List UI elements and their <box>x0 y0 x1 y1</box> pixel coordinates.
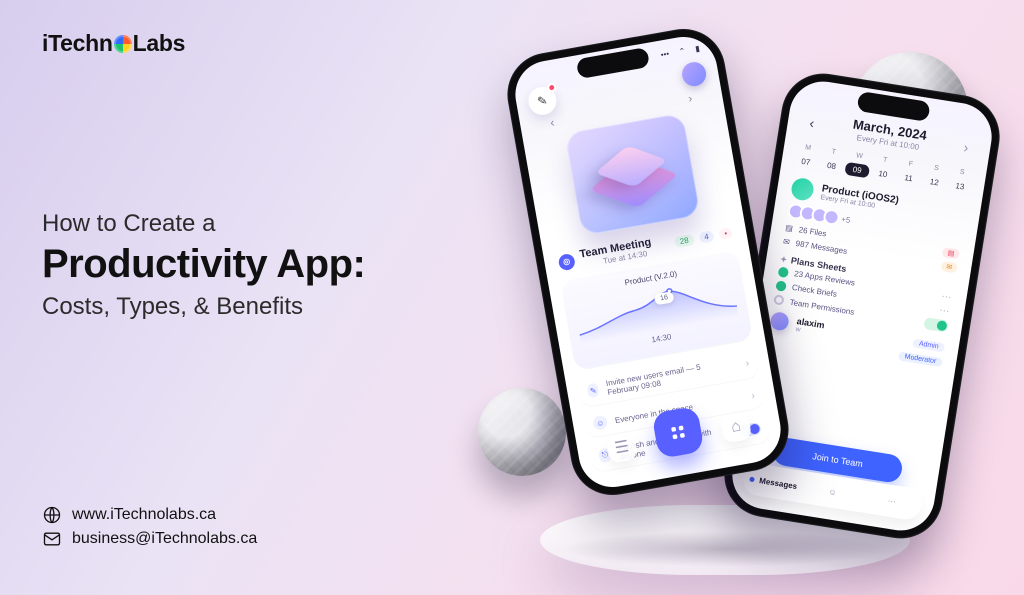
avatar-more: +5 <box>841 214 851 224</box>
tab-dot <box>749 476 755 482</box>
back-button[interactable]: ‹ <box>801 111 824 134</box>
date-cell[interactable]: 12 <box>921 174 947 191</box>
weekday: F <box>898 157 923 172</box>
phone-left: ••• ⌃ ▮ ✎ ‹ › ◎ <box>501 22 795 501</box>
people-icon: ☺ <box>828 487 837 497</box>
brand-suffix: Labs <box>133 30 185 56</box>
chevron-icon: › <box>745 358 750 369</box>
meeting-chips: 28 4 • <box>674 227 733 248</box>
date-cell-selected[interactable]: 09 <box>844 162 870 179</box>
grid-icon <box>668 422 689 443</box>
chip-green: 28 <box>674 234 695 248</box>
kebab-icon[interactable]: ⋯ <box>941 291 954 304</box>
brand-o-icon <box>114 35 132 53</box>
check-icon <box>778 266 789 277</box>
check-icon <box>773 294 784 305</box>
headline-pre: How to Create a <box>42 210 472 238</box>
chat-icon: ✉ <box>783 236 791 246</box>
website-row: www.iTechnolabs.ca <box>42 505 257 525</box>
messages-badge: ✉ <box>941 261 958 273</box>
next-button[interactable]: › <box>687 91 693 105</box>
email-row: business@iTechnolabs.ca <box>42 529 257 549</box>
date-cell[interactable]: 10 <box>870 166 896 183</box>
chip-blue: 4 <box>698 230 714 243</box>
folder-icon: ▤ <box>785 223 794 233</box>
meeting-icon: ◎ <box>557 252 576 271</box>
doc-icon: ✎ <box>586 383 600 399</box>
notif-dot <box>547 82 557 92</box>
headline-main: Productivity App: <box>42 242 472 287</box>
weekday: S <box>949 165 974 180</box>
avatar <box>822 208 840 226</box>
chip-red: • <box>719 227 734 240</box>
date-cell[interactable]: 08 <box>819 158 845 175</box>
website-text: www.iTechnolabs.ca <box>72 506 216 524</box>
notification-button[interactable]: ✎ <box>526 85 558 117</box>
tab-more[interactable]: ⋯ <box>860 481 924 522</box>
phone-mockups: ••• ⌃ ▮ ✎ ‹ › ◎ <box>520 28 990 548</box>
more-icon: ⋯ <box>887 496 896 506</box>
headline: How to Create a Productivity App: Costs,… <box>42 210 472 321</box>
battery-icon: ▮ <box>695 44 701 54</box>
user-icon: ☺ <box>592 415 608 431</box>
globe-icon <box>42 505 62 525</box>
date-cell[interactable]: 11 <box>896 170 922 187</box>
contact-block: www.iTechnolabs.ca business@iTechnolabs.… <box>42 501 257 549</box>
promo-banner: iTechn Labs How to Create a Productivity … <box>0 0 1024 595</box>
weekday: W <box>847 149 872 164</box>
tab-label: Messages <box>759 476 798 491</box>
phone-left-screen: ••• ⌃ ▮ ✎ ‹ › ◎ <box>510 32 786 493</box>
weekday: T <box>821 145 846 160</box>
signal-icon: ••• <box>660 49 670 59</box>
role-badge: Admin <box>912 338 945 352</box>
forward-button[interactable]: › <box>955 135 978 158</box>
mail-icon <box>42 529 62 549</box>
date-cell[interactable]: 07 <box>793 154 819 171</box>
weekday: T <box>872 153 897 168</box>
wifi-icon: ⌃ <box>678 46 686 56</box>
prev-button[interactable]: ‹ <box>549 115 555 129</box>
brand-logo: iTechn Labs <box>42 30 185 57</box>
check-icon <box>775 280 786 291</box>
chat-icon: ✎ <box>536 93 548 109</box>
chevron-icon: › <box>751 390 756 401</box>
join-team-label: Join to Team <box>812 451 864 469</box>
weekday: S <box>924 161 949 176</box>
hero-illustration <box>564 113 700 236</box>
date-cell[interactable]: 13 <box>947 178 973 195</box>
brand-prefix: iTechn <box>42 30 113 56</box>
weekday: M <box>795 141 820 156</box>
headline-sub: Costs, Types, & Benefits <box>42 293 472 321</box>
kebab-icon[interactable]: ⋯ <box>938 305 951 318</box>
email-text: business@iTechnolabs.ca <box>72 530 257 548</box>
phone-right-screen: ‹ March, 2024 Every Fri at 10:00 › M T W… <box>727 77 996 536</box>
files-badge: ▤ <box>942 247 960 259</box>
avatar[interactable] <box>680 60 708 88</box>
tab-people[interactable]: ☺ <box>800 471 864 512</box>
